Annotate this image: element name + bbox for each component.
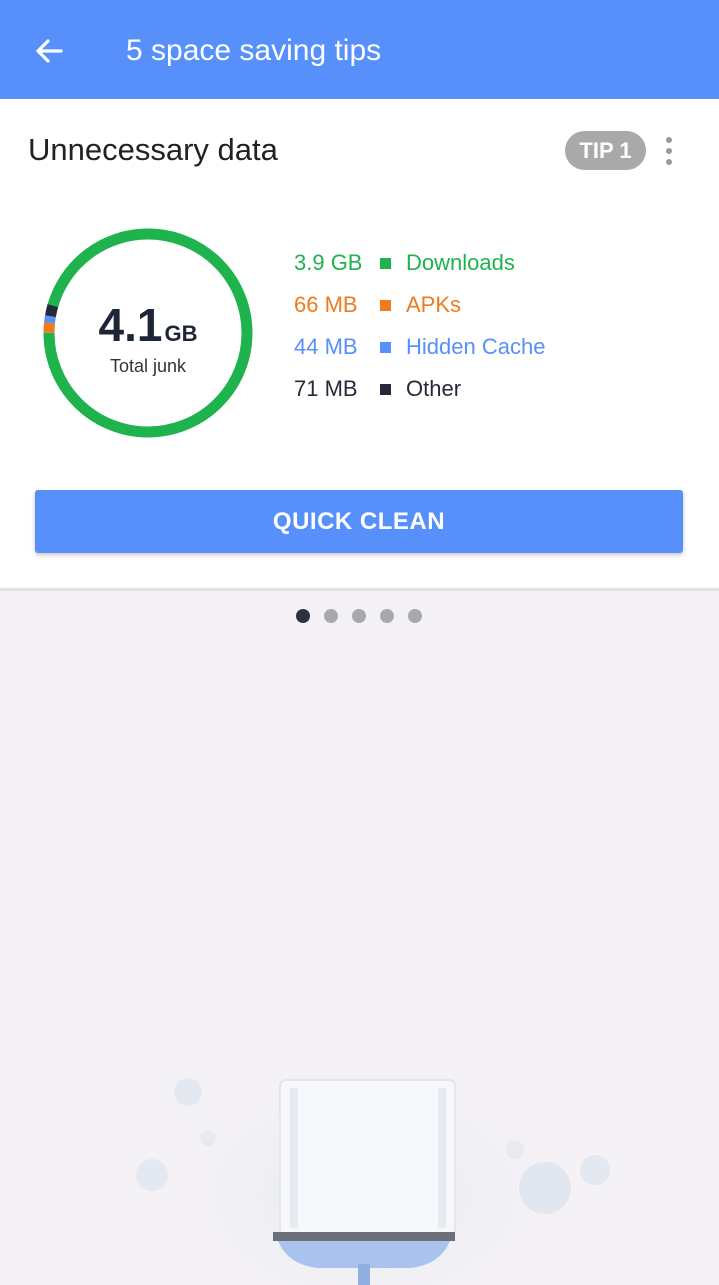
- card-title: Unnecessary data: [28, 132, 278, 167]
- total-junk-label: Total junk: [109, 355, 187, 376]
- total-junk-value: 4.1: [98, 298, 163, 351]
- legend-item-apks[interactable]: 66 MB APKs: [294, 292, 674, 334]
- legend-item-other[interactable]: 71 MB Other: [294, 376, 674, 418]
- page-dot[interactable]: [408, 609, 422, 623]
- legend-name: Hidden Cache: [406, 334, 546, 359]
- legend-value: 44 MB: [294, 334, 358, 359]
- app-bar: 5 space saving tips: [0, 0, 719, 99]
- junk-legend: 3.9 GB Downloads 66 MB APKs 44 MB Hidden…: [294, 250, 674, 418]
- broom-illustration: [135, 1030, 610, 1285]
- legend-swatch: [380, 384, 391, 395]
- donut-center: 4.1GB Total junk: [40, 225, 256, 441]
- page-indicator: [296, 609, 422, 623]
- quick-clean-button[interactable]: QUICK CLEAN: [35, 490, 683, 553]
- more-options-button[interactable]: [655, 132, 683, 170]
- tip-badge: TIP 1: [565, 131, 646, 170]
- page-dot[interactable]: [324, 609, 338, 623]
- legend-item-downloads[interactable]: 3.9 GB Downloads: [294, 250, 674, 292]
- legend-value: 66 MB: [294, 292, 358, 317]
- total-junk-unit: GB: [164, 320, 198, 346]
- tip-card: Unnecessary data TIP 1 4.1GB Total junk …: [0, 99, 719, 591]
- page-title: 5 space saving tips: [126, 34, 382, 67]
- more-vert-icon: [666, 137, 672, 143]
- legend-name: Downloads: [406, 250, 515, 275]
- legend-name: APKs: [406, 292, 462, 317]
- legend-swatch: [380, 300, 391, 311]
- arrow-back-icon: [36, 39, 63, 63]
- back-button[interactable]: [24, 26, 74, 76]
- legend-value: 3.9 GB: [294, 250, 363, 275]
- page-dot[interactable]: [352, 609, 366, 623]
- page-dot[interactable]: [380, 609, 394, 623]
- legend-swatch: [380, 342, 391, 353]
- legend-name: Other: [406, 376, 462, 401]
- legend-item-hidden-cache[interactable]: 44 MB Hidden Cache: [294, 334, 674, 376]
- page-dot[interactable]: [296, 609, 310, 623]
- legend-value: 71 MB: [294, 376, 358, 401]
- legend-swatch: [380, 258, 391, 269]
